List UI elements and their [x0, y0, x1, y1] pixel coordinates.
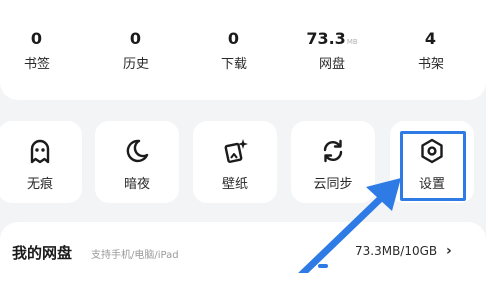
pointer-arrow [298, 178, 401, 273]
